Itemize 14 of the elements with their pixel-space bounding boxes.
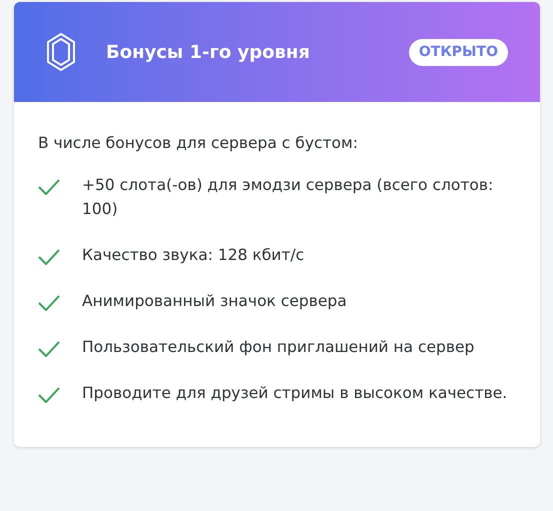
header-title: Бонусы 1-го уровня bbox=[106, 40, 311, 64]
perk-text: +50 слота(-ов) для эмодзи сервера (всего слотов: 100) bbox=[82, 175, 494, 220]
perk-text: Анимированный значок сервера bbox=[82, 291, 347, 312]
perk-text: Качество звука: 128 кбит/с bbox=[82, 245, 304, 266]
intro-text: В числе бонусов для сервера с бустом: bbox=[38, 133, 359, 154]
check-icon bbox=[38, 179, 60, 196]
check-icon bbox=[38, 341, 60, 358]
perk-text: Пользовательский фон приглашений на сервер bbox=[82, 337, 474, 358]
check-icon bbox=[38, 387, 60, 404]
check-icon bbox=[38, 295, 60, 312]
status-badge: ОТКРЫТО bbox=[408, 38, 508, 66]
perk-text: Проводите для друзей стримы в высоком качестве. bbox=[82, 383, 508, 404]
gem-icon bbox=[46, 32, 76, 72]
check-icon bbox=[38, 249, 60, 266]
